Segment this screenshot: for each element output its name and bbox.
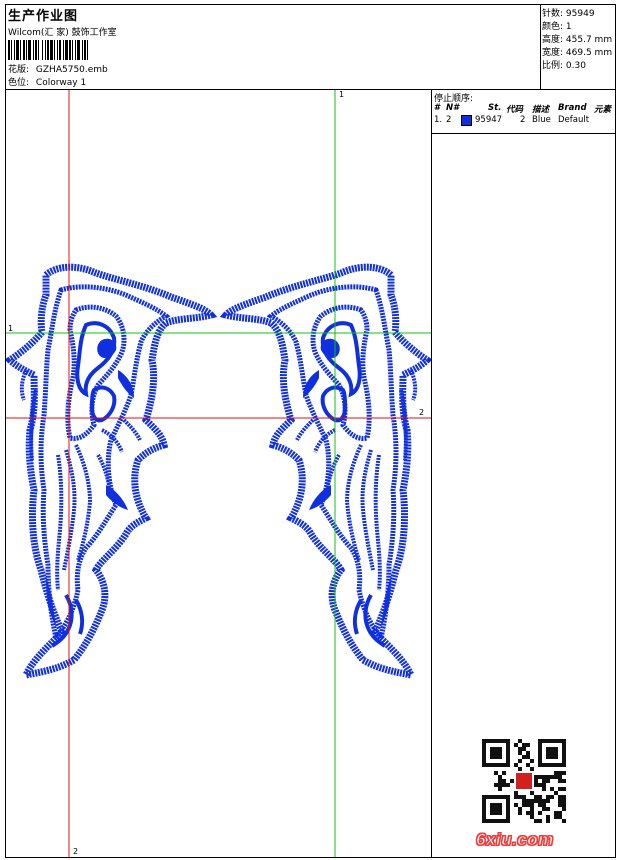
guide-label-left: 1	[8, 324, 14, 333]
row-index: 1.	[434, 115, 443, 125]
colors-value: 1	[565, 22, 572, 32]
col-brand: Brand	[558, 103, 587, 113]
row-brand: Default	[558, 115, 590, 125]
guide-label-right: 2	[419, 408, 425, 417]
colorway-name: Colorway 1	[35, 78, 87, 88]
design-canvas: 1 1 2 2	[6, 90, 432, 857]
design-file-label: 花版:	[8, 65, 30, 75]
stat-width: 宽度: 469.5 mm	[542, 45, 612, 58]
header-info: 生产作业图 Wilcom(汇 家) 鼓饰工作室 花版: GZHA5750.emb…	[6, 5, 541, 89]
colorway-label: 色位:	[8, 78, 30, 88]
stat-height: 高度: 455.7 mm	[542, 32, 612, 45]
row-code: 2	[520, 115, 526, 125]
col-index: #	[434, 103, 440, 113]
scale-value: 0.30	[565, 61, 586, 71]
col-needle: N#	[446, 103, 460, 113]
design-file-name: GZHA5750.emb	[35, 65, 108, 75]
qr-code	[482, 739, 566, 823]
col-stitches: St.	[488, 103, 502, 113]
barcode	[8, 40, 154, 60]
watermark-site: 6xiu.com	[476, 830, 554, 850]
page-title: 生产作业图	[8, 9, 79, 24]
table-row: 1. 2 95947 2 Blue Default	[432, 114, 615, 126]
height-value: 455.7 mm	[565, 35, 613, 45]
stat-colors: 颜色: 1	[542, 19, 572, 32]
row-stitches: 95947	[475, 115, 503, 125]
stitches-value: 95949	[565, 9, 595, 19]
right-wing	[226, 267, 427, 675]
sheet-header: 生产作业图 Wilcom(汇 家) 鼓饰工作室 花版: GZHA5750.emb…	[6, 5, 615, 90]
stop-sequence-table: # N# St. 代码 描述 Brand 元素 1. 2 95947 2 Blu…	[432, 102, 615, 126]
stop-sequence-panel: 停止顺序: # N# St. 代码 描述 Brand 元素 1. 2 95947…	[432, 90, 615, 857]
stitches-label: 针数:	[542, 9, 564, 19]
width-value: 469.5 mm	[565, 48, 613, 58]
production-sheet: 生产作业图 Wilcom(汇 家) 鼓饰工作室 花版: GZHA5750.emb…	[5, 4, 616, 858]
colors-label: 颜色:	[542, 22, 564, 32]
colorway-line: 色位: Colorway 1	[8, 75, 86, 88]
guide-label-bottom: 2	[73, 847, 79, 856]
stat-scale: 比例: 0.30	[542, 58, 586, 71]
design-stats: 针数: 95949 颜色: 1 高度: 455.7 mm 宽度: 469.5 m…	[541, 5, 615, 89]
table-header: # N# St. 代码 描述 Brand 元素	[432, 102, 615, 115]
width-label: 宽度:	[542, 48, 564, 58]
row-needle: 2	[446, 115, 452, 125]
row-swatch	[461, 115, 472, 128]
table-divider	[432, 133, 615, 134]
scale-label: 比例:	[542, 61, 564, 71]
company-name: Wilcom(汇 家) 鼓饰工作室	[8, 28, 117, 38]
height-label: 高度:	[542, 35, 564, 45]
stat-stitches: 针数: 95949	[542, 6, 595, 19]
row-description: Blue	[532, 115, 551, 125]
guide-label-top: 1	[339, 90, 345, 99]
embroidery-preview	[6, 90, 431, 857]
left-wing	[10, 267, 211, 675]
design-file-line: 花版: GZHA5750.emb	[8, 62, 108, 75]
